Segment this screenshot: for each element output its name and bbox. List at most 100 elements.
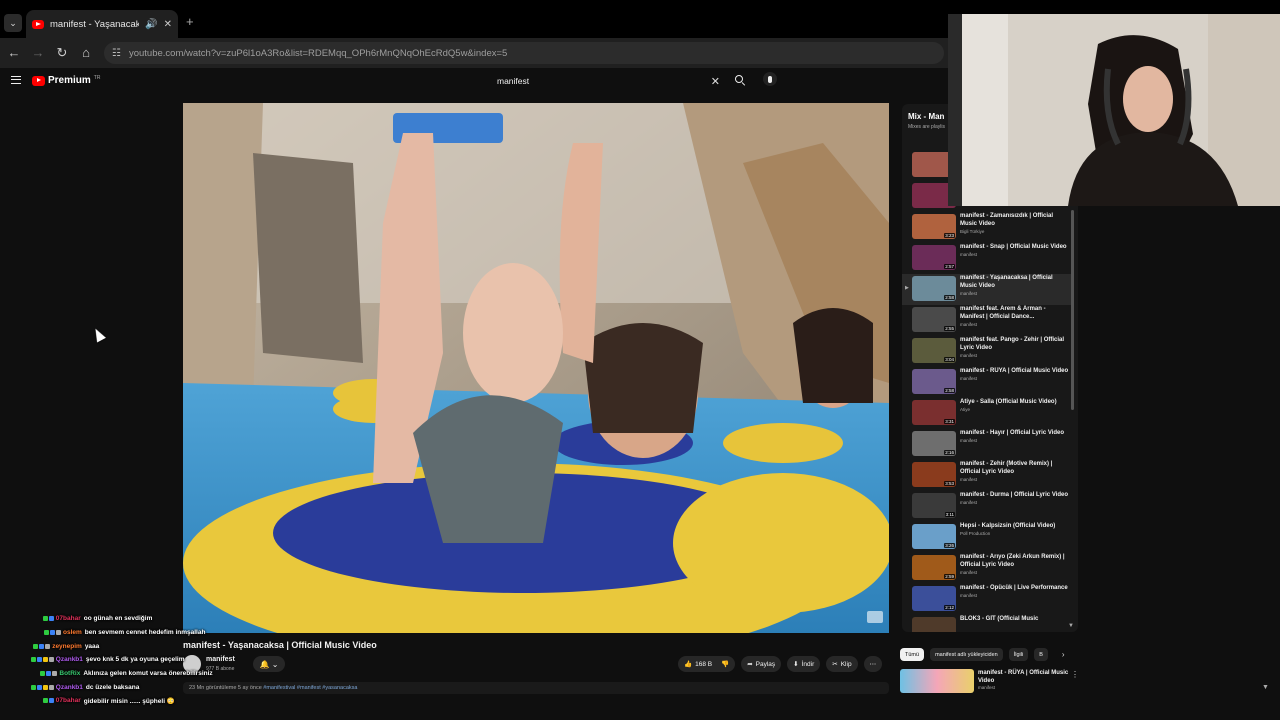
playlist-item[interactable]: 3:23 manifest - Zamanısızdık | Official M… <box>902 212 1072 243</box>
filter-chip[interactable]: manifest adlı yükleyiciden <box>930 648 1003 661</box>
chat-message: Qzankb1 şevo knk 5 dk ya oyuna geçelim <box>0 653 240 667</box>
notification-bell-button[interactable]: 🔔 ⌄ <box>253 656 285 672</box>
playlist-thumbnail[interactable]: 2:59 <box>912 555 956 580</box>
filter-chips: Tümü manifest adlı yükleyiciden İlgili B › <box>900 648 1065 661</box>
video-frame-image <box>183 103 889 633</box>
playlist-thumbnail[interactable]: 2:57 <box>912 245 956 270</box>
chat-badges <box>40 671 58 677</box>
url-text: youtube.com/watch?v=zuP6l1oA3Ro&list=RDE… <box>128 47 508 59</box>
mouse-cursor-icon <box>91 326 106 343</box>
chat-username[interactable]: zeynepim <box>52 643 82 650</box>
playlist-thumbnail[interactable]: 3:26 <box>912 524 956 549</box>
share-button[interactable]: ➦ Paylaş <box>741 656 782 672</box>
playlist-item[interactable]: 3:04 manifest feat. Pango - Zehir | Offic… <box>902 336 1072 367</box>
playlist-item[interactable]: 2:58 manifest - RÜYA | Official Music Vid… <box>902 367 1072 398</box>
playlist-item[interactable]: 2:16 manifest - Hayır | Official Lyric Vi… <box>902 429 1072 460</box>
playlist-item[interactable]: 3:11 manifest - Durma | Official Lyric Vi… <box>902 491 1072 522</box>
duration-badge: 2:58 <box>944 388 955 393</box>
playlist-thumbnail[interactable]: 2:58 <box>912 276 956 301</box>
back-arrow-icon[interactable]: ← <box>6 45 22 60</box>
playlist-thumbnail[interactable]: 3:23 <box>912 214 956 239</box>
download-button[interactable]: ⬇ İndir <box>787 656 821 672</box>
chips-next-arrow-icon[interactable]: › <box>1062 650 1065 659</box>
scissors-icon: ✂ <box>832 661 838 668</box>
playlist-item[interactable]: ▶ 2:58 manifest - Yaşanacaksa | Official M… <box>902 274 1072 305</box>
chat-username[interactable]: oslem <box>63 629 82 636</box>
scroll-down-icon[interactable]: ▼ <box>1068 623 1074 629</box>
chat-username[interactable]: BotRix <box>59 670 80 677</box>
speaker-icon[interactable]: 🔊 <box>145 19 157 30</box>
playlist-item[interactable]: 2:12 manifest - Öpücük | Live Performance… <box>902 584 1072 615</box>
address-bar[interactable]: ☷ youtube.com/watch?v=zuP6l1oA3Ro&list=R… <box>104 42 944 64</box>
playlist-item-title: manifest feat. Arem & Arman - Manifest |… <box>960 306 1046 320</box>
new-tab-button[interactable]: + <box>186 14 194 29</box>
filter-chip[interactable]: B <box>1034 648 1048 661</box>
chat-badge-icon <box>30 684 36 690</box>
like-button[interactable]: 👍 168 B 👎 <box>678 656 736 672</box>
playlist-scrollbar[interactable] <box>1071 210 1074 410</box>
playlist-thumbnail[interactable]: 2:12 <box>912 586 956 611</box>
chat-badge-icon <box>40 671 46 677</box>
filter-chip[interactable]: İlgili <box>1008 648 1029 661</box>
close-tab-icon[interactable]: ✕ <box>164 19 172 30</box>
site-info-icon[interactable]: ☷ <box>112 48 121 59</box>
playlist-thumbnail[interactable]: 3:11 <box>912 493 956 518</box>
playlist-item[interactable]: 3:26 Hepsi - Kalpsizsin (Official Video) P… <box>902 522 1072 553</box>
hashtags[interactable]: #manifestival #manifest #yasanacaksa <box>263 685 357 691</box>
tab-youtube[interactable]: manifest - Yaşanacaksa | Of 🔊 ✕ <box>26 10 178 38</box>
playlist-item[interactable]: 2:59 manifest - Arıyo (Zeki Arkun Remix) … <box>902 553 1072 584</box>
home-icon[interactable]: ⌂ <box>78 45 94 60</box>
video-actions: 👍 168 B 👎 ➦ Paylaş ⬇ İndir ✂ Klip ⋯ <box>678 656 883 672</box>
playlist-item[interactable]: 2:39 BLOK3 - GİT (Official Music <box>902 615 1072 632</box>
chat-badges <box>42 698 54 704</box>
hamburger-menu-icon[interactable] <box>11 76 21 84</box>
recommended-thumbnail[interactable] <box>900 669 974 693</box>
playlist-item[interactable]: 2:57 manifest - Snap | Official Music Vid… <box>902 243 1072 274</box>
playlist-thumbnail[interactable]: 2:39 <box>912 617 956 632</box>
filter-chip[interactable]: Tümü <box>900 648 925 661</box>
chat-username[interactable]: Qzankb1 <box>56 656 83 663</box>
playlist-item[interactable]: 3:53 manifest - Zehir (Motive Remix) | Of… <box>902 460 1072 491</box>
youtube-premium-logo[interactable]: Premium TR <box>32 75 100 86</box>
more-actions-button[interactable]: ⋯ <box>863 656 883 672</box>
chat-username[interactable]: Qzankb1 <box>56 684 83 691</box>
recommended-more-icon[interactable]: ⋮ <box>1071 670 1079 679</box>
page-scroll-down-icon[interactable]: ▼ <box>1262 684 1269 691</box>
thumbs-down-icon[interactable]: 👎 <box>721 660 729 668</box>
youtube-logo-icon <box>32 75 45 86</box>
chat-text: ben sevmem cennet hedefim inmşallah <box>84 629 206 637</box>
download-label: İndir <box>801 660 815 668</box>
microphone-icon[interactable] <box>763 72 777 86</box>
chat-badge-icon <box>39 643 45 649</box>
clear-search-icon[interactable]: ✕ <box>711 75 720 88</box>
video-player[interactable] <box>183 103 889 633</box>
playlist-item-title: manifest - RÜYA | Official Music Video <box>960 368 1069 374</box>
playlist-thumbnail[interactable]: 3:53 <box>912 462 956 487</box>
playlist-thumbnail[interactable]: 3:31 <box>912 400 956 425</box>
playlist-item[interactable]: 2:55 manifest feat. Arem & Arman - Manife… <box>902 305 1072 336</box>
recommended-video[interactable]: manifest - RÜYA | Official Music Video m… <box>900 669 1078 693</box>
chat-badges <box>33 643 51 649</box>
forward-arrow-icon[interactable]: → <box>30 45 46 60</box>
playlist-item-title: manifest - Arıyo (Zeki Arkun Remix) | Of… <box>960 554 1065 568</box>
playlist-thumbnail[interactable]: 2:58 <box>912 369 956 394</box>
duration-badge: 2:57 <box>944 264 955 269</box>
duration-badge: 2:59 <box>944 574 955 579</box>
chat-badge-icon <box>52 671 58 677</box>
video-watermark-icon <box>867 611 883 623</box>
clip-button[interactable]: ✂ Klip <box>826 656 858 672</box>
chat-username[interactable]: 07bahar <box>56 615 81 622</box>
playlist-item[interactable]: 3:31 Atiye - Salla (Official Music Video)… <box>902 398 1072 429</box>
tab-search-chevron-icon[interactable]: ⌄ <box>4 14 22 32</box>
playlist-thumbnail[interactable]: 2:55 <box>912 307 956 332</box>
reload-icon[interactable]: ↻ <box>54 45 70 61</box>
description-box[interactable]: 23 Mn görüntüleme 5 ay önce #manifestiva… <box>183 682 889 694</box>
playlist-thumbnail[interactable]: 2:16 <box>912 431 956 456</box>
search-input[interactable]: manifest ✕ <box>490 71 730 91</box>
chat-badge-icon <box>42 684 48 690</box>
chat-username[interactable]: 07bahar <box>56 697 81 704</box>
search-icon[interactable] <box>734 74 746 86</box>
youtube-favicon-icon <box>32 19 44 29</box>
playlist-thumbnail[interactable]: 3:04 <box>912 338 956 363</box>
download-icon: ⬇ <box>793 661 799 668</box>
